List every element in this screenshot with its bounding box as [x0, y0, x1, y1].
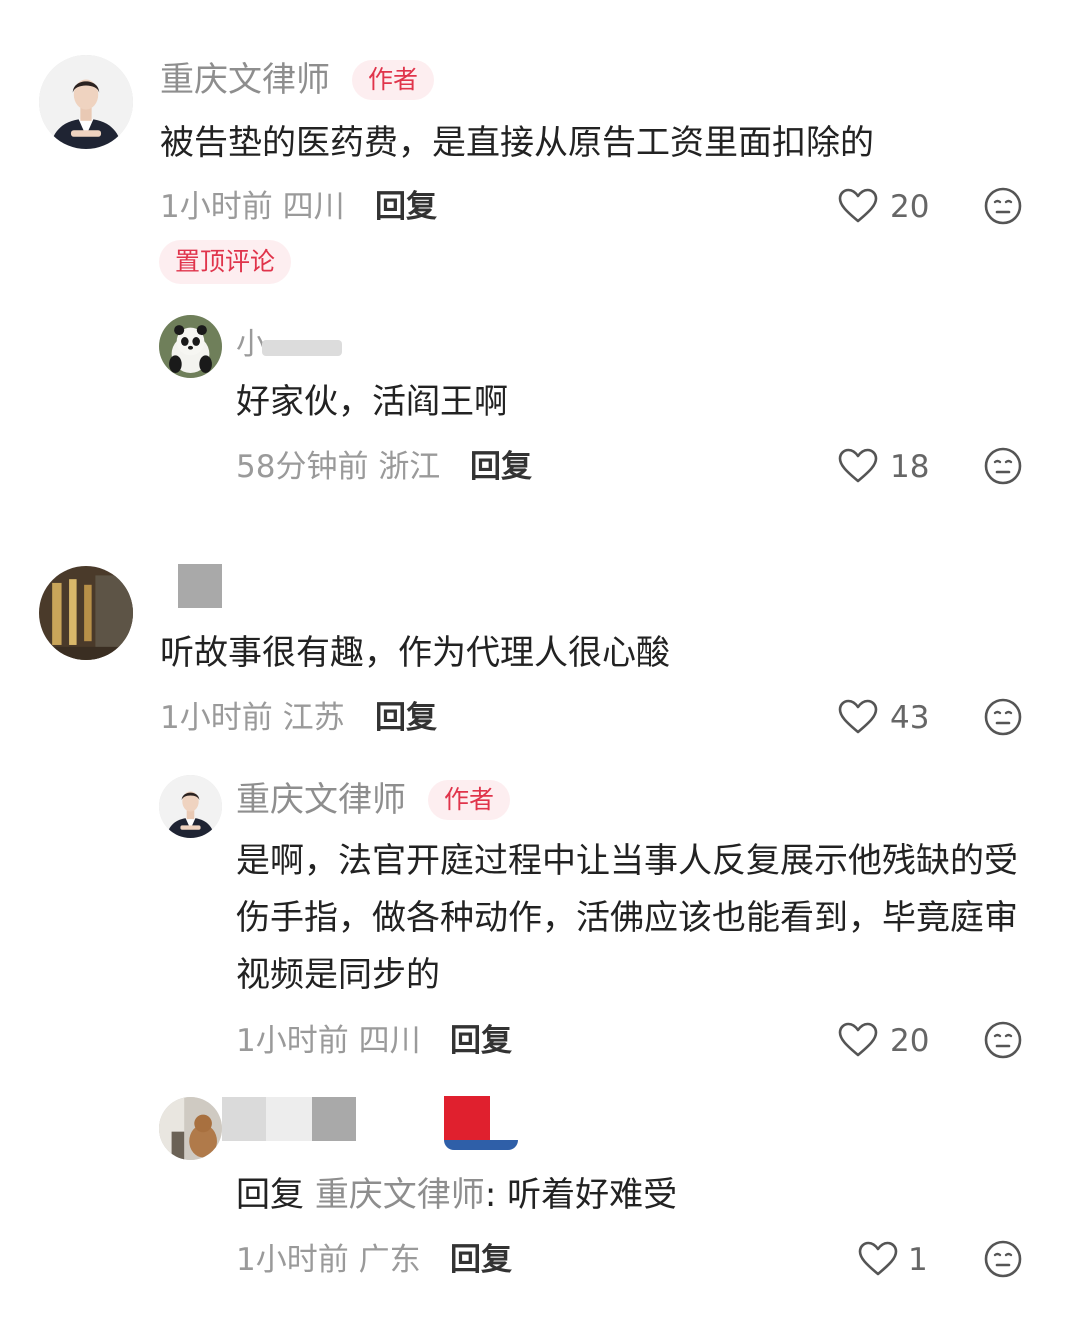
comment-time: 1小时前 — [160, 189, 273, 225]
redacted-username — [266, 1097, 312, 1141]
reply-button[interactable]: 回复 — [470, 447, 532, 487]
redacted-badge — [444, 1096, 490, 1140]
comment-meta: 1小时前 江苏 — [160, 698, 345, 738]
comment-location: 江苏 — [282, 700, 345, 736]
meh-face-icon[interactable] — [983, 1020, 1023, 1060]
comment-location: 浙江 — [378, 449, 441, 485]
redacted-username — [262, 340, 342, 356]
user-avatar[interactable] — [159, 1097, 222, 1160]
panda-avatar-image — [159, 315, 222, 378]
reply-button[interactable]: 回复 — [375, 187, 437, 227]
author-avatar[interactable] — [39, 55, 133, 149]
comment-location: 四川 — [282, 189, 345, 225]
comment-location: 广东 — [358, 1242, 421, 1278]
comment-meta: 58分钟前 浙江 — [236, 447, 440, 487]
comment-text: 回复 重庆文律师: 听着好难受 — [236, 1167, 677, 1224]
comment-location: 四川 — [358, 1023, 421, 1059]
comment-time: 1小时前 — [160, 700, 273, 736]
like-count: 43 — [890, 700, 930, 736]
comment-text: 听故事很有趣，作为代理人很心酸 — [160, 633, 670, 673]
pinned-comment-badge: 置顶评论 — [159, 240, 292, 284]
comment-text: 被告垫的医药费，是直接从原告工资里面扣除的 — [160, 123, 874, 163]
reply-button[interactable]: 回复 — [375, 698, 437, 738]
comment-author-name[interactable]: 重庆文律师 — [160, 60, 330, 100]
redacted-badge — [444, 1140, 518, 1150]
comment-text: 好家伙，活阎王啊 — [236, 382, 508, 422]
reply-button[interactable]: 回复 — [450, 1021, 512, 1061]
lawyer-avatar-image — [39, 55, 133, 149]
comment-time: 1小时前 — [236, 1242, 349, 1278]
redacted-username — [178, 564, 222, 608]
reply-colon: : — [484, 1175, 497, 1215]
like-count: 18 — [890, 449, 930, 485]
comment-meta: 1小时前 四川 — [236, 1021, 421, 1061]
user-avatar-image — [159, 1097, 222, 1160]
reply-text: 听着好难受 — [507, 1175, 678, 1215]
heart-outline-icon[interactable] — [838, 447, 878, 485]
meh-face-icon[interactable] — [983, 1239, 1023, 1279]
like-count: 20 — [890, 1023, 930, 1059]
lawyer-avatar-image — [159, 775, 222, 838]
comment-time: 58分钟前 — [236, 449, 369, 485]
user-avatar[interactable] — [159, 315, 222, 378]
comment-text: 是啊，法官开庭过程中让当事人反复展示他残缺的受伤手指，做各种动作，活佛应该也能看… — [236, 841, 1018, 995]
comment-author-name[interactable]: 重庆文律师 — [236, 780, 406, 820]
reply-prefix: 回复 — [236, 1175, 304, 1215]
heart-outline-icon[interactable] — [858, 1240, 898, 1278]
comment-time: 1小时前 — [236, 1023, 349, 1059]
meh-face-icon[interactable] — [983, 446, 1023, 486]
heart-outline-icon[interactable] — [838, 1021, 878, 1059]
comment-meta: 1小时前 四川 — [160, 187, 345, 227]
author-badge: 作者 — [352, 60, 435, 100]
comment-meta: 1小时前 广东 — [236, 1240, 421, 1280]
heart-outline-icon[interactable] — [838, 187, 878, 225]
meh-face-icon[interactable] — [983, 186, 1023, 226]
user-avatar-image — [39, 566, 133, 660]
reply-button[interactable]: 回复 — [450, 1240, 512, 1280]
heart-outline-icon[interactable] — [838, 698, 878, 736]
user-avatar[interactable] — [39, 566, 133, 660]
reply-to-name[interactable]: 重庆文律师 — [315, 1175, 485, 1215]
meh-face-icon[interactable] — [983, 697, 1023, 737]
author-avatar[interactable] — [159, 775, 222, 838]
like-count: 1 — [908, 1242, 928, 1278]
like-count: 20 — [890, 189, 930, 225]
redacted-username — [312, 1097, 356, 1141]
redacted-username — [222, 1097, 266, 1141]
author-badge: 作者 — [428, 780, 511, 820]
